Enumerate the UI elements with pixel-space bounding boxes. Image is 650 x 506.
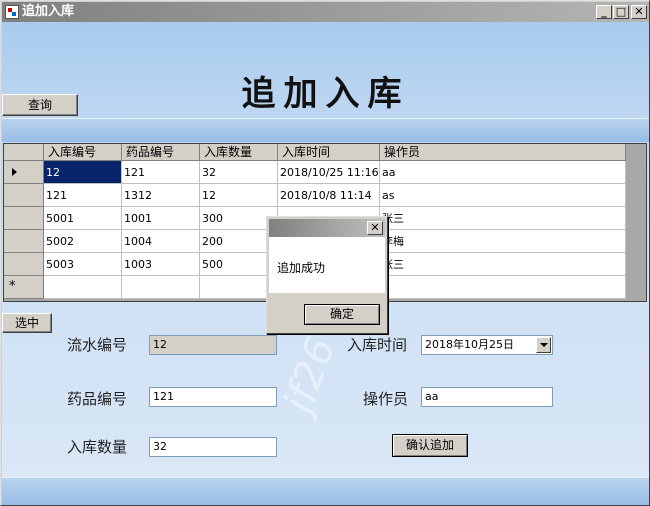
close-icon[interactable]: ✕ xyxy=(367,221,383,235)
row-header[interactable] xyxy=(4,253,44,276)
new-row-cell[interactable] xyxy=(380,276,626,299)
app-icon[interactable] xyxy=(5,5,19,19)
row-header[interactable] xyxy=(4,184,44,207)
table-cell[interactable]: aa xyxy=(380,161,626,184)
table-cell[interactable]: 1312 xyxy=(122,184,200,207)
row-header[interactable] xyxy=(4,207,44,230)
table-cell[interactable]: as xyxy=(380,184,626,207)
column-header[interactable]: 入库数量 xyxy=(200,144,278,161)
table-cell[interactable]: 32 xyxy=(200,161,278,184)
new-row-cell[interactable] xyxy=(44,276,122,299)
table-cell[interactable]: 5001 xyxy=(44,207,122,230)
minimize-icon[interactable]: _ xyxy=(596,5,612,19)
header-band xyxy=(2,118,649,142)
dialog-message: 追加成功 xyxy=(277,261,326,275)
close-icon[interactable]: ✕ xyxy=(631,5,647,19)
operator-field[interactable]: aa xyxy=(421,387,553,407)
footer-band xyxy=(2,477,649,505)
row-header[interactable] xyxy=(4,161,44,184)
table-cell[interactable]: 12 xyxy=(44,161,122,184)
new-row-cell[interactable] xyxy=(122,276,200,299)
column-header[interactable]: 入库编号 xyxy=(44,144,122,161)
serial-field[interactable]: 12 xyxy=(149,335,277,355)
maximize-icon[interactable]: □ xyxy=(613,5,629,19)
query-button[interactable]: 查询 xyxy=(2,94,78,116)
table-cell[interactable]: 1001 xyxy=(122,207,200,230)
table-cell[interactable]: 5003 xyxy=(44,253,122,276)
qty-field[interactable]: 32 xyxy=(149,437,277,457)
row-header[interactable]: * xyxy=(4,276,44,299)
new-row-icon: * xyxy=(9,279,16,294)
qty-label: 入库数量 xyxy=(67,438,128,456)
select-button[interactable]: 选中 xyxy=(2,313,52,333)
table-cell[interactable]: 张三 xyxy=(380,207,626,230)
table-cell[interactable]: 5002 xyxy=(44,230,122,253)
success-dialog: ✕ 追加成功 确定 xyxy=(266,216,388,334)
grid-corner[interactable] xyxy=(4,144,44,161)
dialog-ok-button[interactable]: 确定 xyxy=(304,304,380,325)
banner-title: 追加入库 xyxy=(241,74,410,114)
chevron-down-icon[interactable] xyxy=(536,337,551,353)
drug-label: 药品编号 xyxy=(67,390,128,408)
main-window: 追加入库 _ □ ✕ 追加入库 查询 入库编号 药品编号 入库数量 入库时间 操作员 12… xyxy=(0,0,650,506)
table-cell[interactable]: 12 xyxy=(200,184,278,207)
table-cell[interactable]: 1003 xyxy=(122,253,200,276)
drug-field[interactable]: 121 xyxy=(149,387,277,407)
column-header[interactable]: 操作员 xyxy=(380,144,626,161)
table-cell[interactable]: 2018/10/8 11:14 xyxy=(278,184,380,207)
confirm-add-button[interactable]: 确认追加 xyxy=(392,434,468,457)
table-cell[interactable]: 121 xyxy=(44,184,122,207)
table-cell[interactable]: 2018/10/25 11:16 xyxy=(278,161,380,184)
row-header[interactable] xyxy=(4,230,44,253)
current-row-icon xyxy=(12,168,17,176)
title-bar[interactable]: 追加入库 _ □ ✕ xyxy=(2,2,649,22)
dialog-title-bar[interactable]: ✕ xyxy=(269,219,385,237)
table-cell[interactable]: 李梅 xyxy=(380,230,626,253)
window-title: 追加入库 xyxy=(22,4,75,19)
table-cell[interactable]: 张三 xyxy=(380,253,626,276)
watermark: jf26 xyxy=(275,331,345,419)
time-label: 入库时间 xyxy=(347,336,408,354)
column-header[interactable]: 入库时间 xyxy=(278,144,380,161)
table-cell[interactable]: 1004 xyxy=(122,230,200,253)
table-cell[interactable]: 121 xyxy=(122,161,200,184)
column-header[interactable]: 药品编号 xyxy=(122,144,200,161)
serial-label: 流水编号 xyxy=(67,336,128,354)
time-datepicker[interactable]: 2018年10月25日 xyxy=(421,335,553,355)
operator-label: 操作员 xyxy=(363,390,409,408)
time-value: 2018年10月25日 xyxy=(425,338,514,351)
